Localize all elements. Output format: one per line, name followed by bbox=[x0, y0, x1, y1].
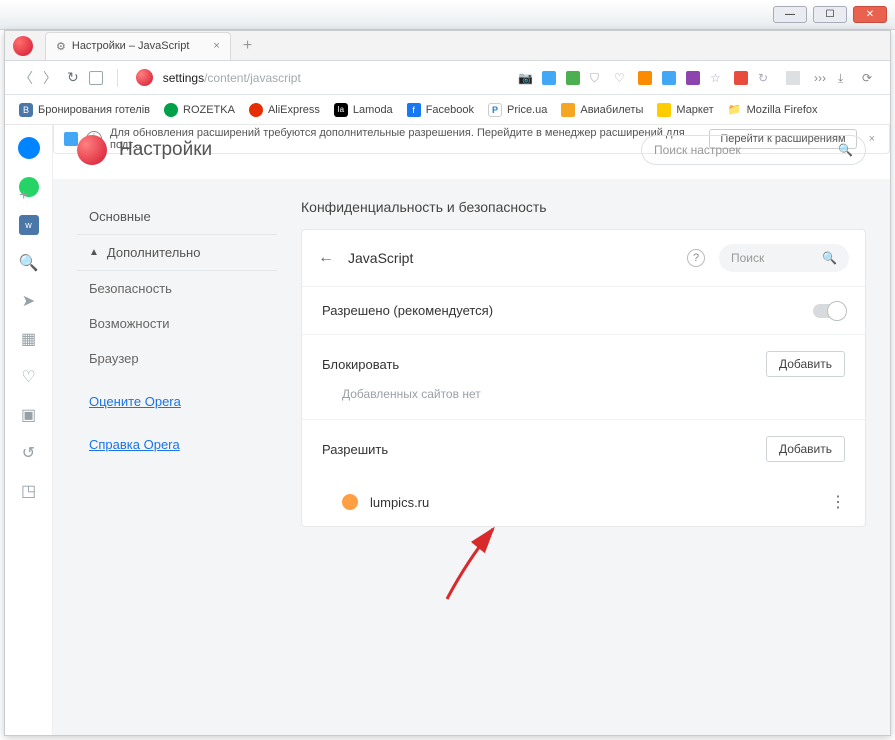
nav-security[interactable]: Безопасность bbox=[77, 271, 277, 306]
new-tab-button[interactable]: + bbox=[243, 37, 252, 55]
rotate-icon[interactable]: ↻ bbox=[758, 71, 772, 85]
ext-icon-6[interactable] bbox=[734, 71, 748, 85]
settings-header: Настройки Поиск настроек 🔍 bbox=[53, 125, 890, 179]
news-icon[interactable]: ▣ bbox=[19, 405, 39, 425]
tab-title: Настройки – JavaScript bbox=[72, 40, 190, 52]
reload-button[interactable]: ↻ bbox=[67, 69, 79, 86]
settings-panel: Конфиденциальность и безопасность ← Java… bbox=[301, 199, 866, 735]
add-sidebar-button[interactable]: + bbox=[19, 187, 28, 205]
download-icon[interactable]: ⤓ bbox=[838, 71, 852, 85]
speed-dial-button[interactable] bbox=[89, 71, 103, 85]
site-favicon-icon bbox=[342, 494, 358, 510]
nav-advanced[interactable]: ▲Дополнительно bbox=[77, 234, 277, 271]
browser-tab[interactable]: ⚙ Настройки – JavaScript × bbox=[45, 32, 231, 60]
url-field[interactable]: settings/content/javascript bbox=[163, 71, 508, 85]
nav-browser[interactable]: Браузер bbox=[77, 341, 277, 376]
bookmark-icon[interactable]: ☆ bbox=[710, 71, 724, 85]
card-title: JavaScript bbox=[348, 250, 673, 266]
tab-close-icon[interactable]: × bbox=[213, 40, 219, 52]
tab-bar: ⚙ Настройки – JavaScript × + bbox=[5, 31, 890, 61]
allowed-label: Разрешено (рекомендуется) bbox=[322, 303, 493, 318]
apps-icon[interactable]: ▦ bbox=[19, 329, 39, 349]
ext-icon-2[interactable] bbox=[566, 71, 580, 85]
block-label: Блокировать bbox=[322, 357, 399, 372]
back-arrow-button[interactable]: ← bbox=[318, 249, 334, 267]
section-title: Конфиденциальность и безопасность bbox=[301, 199, 866, 215]
allow-section-header: Разрешить Добавить bbox=[302, 420, 865, 478]
block-section-header: Блокировать Добавить bbox=[302, 335, 865, 385]
vk-icon[interactable]: w bbox=[19, 215, 39, 235]
nav-help-opera[interactable]: Справка Opera bbox=[77, 427, 277, 462]
card-header: ← JavaScript ? Поиск 🔍 bbox=[302, 230, 865, 287]
allowed-site-row: lumpics.ru ⋮ bbox=[302, 478, 865, 526]
ext-icon-1[interactable] bbox=[542, 71, 556, 85]
address-bar: 〈 〉 ↻ settings/content/javascript 📷 ⛉ ♡ … bbox=[5, 61, 890, 95]
window-titlebar: — ☐ ✕ bbox=[0, 0, 895, 30]
allow-label: Разрешить bbox=[322, 442, 388, 457]
nav-features[interactable]: Возможности bbox=[77, 306, 277, 341]
bookmark-item[interactable]: ROZETKA bbox=[164, 103, 235, 117]
bookmark-item[interactable]: PPrice.ua bbox=[488, 103, 547, 117]
block-add-button[interactable]: Добавить bbox=[766, 351, 845, 377]
bookmarks-bar: BБронирования готелів ROZETKA AliExpress… bbox=[5, 95, 890, 125]
sync-icon[interactable]: ⟳ bbox=[862, 71, 876, 85]
gear-icon: ⚙ bbox=[56, 40, 66, 53]
help-icon[interactable]: ? bbox=[687, 249, 705, 267]
ext-icon-5[interactable] bbox=[686, 71, 700, 85]
card-search-input[interactable]: Поиск 🔍 bbox=[719, 244, 849, 272]
page-title: Настройки bbox=[119, 139, 212, 161]
camera-icon[interactable]: 📷 bbox=[518, 71, 532, 85]
browser-window: ⚙ Настройки – JavaScript × + 〈 〉 ↻ setti… bbox=[4, 30, 891, 736]
site-info-icon[interactable] bbox=[136, 69, 153, 86]
history-icon[interactable]: ↺ bbox=[19, 443, 39, 463]
nav-basic[interactable]: Основные bbox=[77, 199, 277, 234]
cube-icon[interactable]: ◳ bbox=[19, 481, 39, 501]
settings-body: Основные ▲Дополнительно Безопасность Воз… bbox=[53, 179, 890, 735]
ext-icon-4[interactable] bbox=[662, 71, 676, 85]
ext-icon-3[interactable] bbox=[638, 71, 652, 85]
forward-button[interactable]: 〉 bbox=[43, 68, 57, 88]
shield-icon[interactable]: ⛉ bbox=[590, 71, 604, 85]
close-window-button[interactable]: ✕ bbox=[853, 6, 887, 23]
back-button[interactable]: 〈 bbox=[19, 68, 33, 88]
heart-icon[interactable]: ♡ bbox=[614, 71, 628, 85]
opera-logo-icon bbox=[77, 135, 107, 165]
bookmark-item[interactable]: laLamoda bbox=[334, 103, 393, 117]
minimize-button[interactable]: — bbox=[773, 6, 807, 23]
settings-search-input[interactable]: Поиск настроек 🔍 bbox=[641, 135, 866, 165]
nav-rate-opera[interactable]: Оцените Opera bbox=[77, 384, 277, 419]
heart-sidebar-icon[interactable]: ♡ bbox=[19, 367, 39, 387]
site-more-button[interactable]: ⋮ bbox=[830, 492, 845, 512]
bookmark-item[interactable]: BБронирования готелів bbox=[19, 103, 150, 117]
allowed-toggle[interactable] bbox=[813, 304, 845, 318]
bookmark-item[interactable]: fFacebook bbox=[407, 103, 474, 117]
bookmark-item[interactable]: AliExpress bbox=[249, 103, 320, 117]
settings-nav: Основные ▲Дополнительно Безопасность Воз… bbox=[77, 199, 277, 735]
more-icon[interactable]: ››› bbox=[814, 71, 828, 85]
opera-menu-button[interactable] bbox=[13, 36, 33, 56]
allowed-toggle-row: Разрешено (рекомендуется) bbox=[302, 287, 865, 335]
search-icon: 🔍 bbox=[838, 143, 853, 157]
messenger-icon[interactable] bbox=[18, 137, 40, 159]
send-icon[interactable]: ➤ bbox=[19, 291, 39, 311]
block-empty-text: Добавленных сайтов нет bbox=[302, 385, 865, 420]
settings-content: Настройки Поиск настроек 🔍 Основные ▲Доп… bbox=[53, 125, 890, 735]
bookmark-item[interactable]: 📁Mozilla Firefox bbox=[728, 103, 818, 117]
search-icon[interactable]: 🔍 bbox=[19, 253, 39, 273]
maximize-button[interactable]: ☐ bbox=[813, 6, 847, 23]
site-domain: lumpics.ru bbox=[370, 495, 429, 510]
search-icon: 🔍 bbox=[822, 251, 837, 265]
bookmark-item[interactable]: Авиабилеты bbox=[561, 103, 643, 117]
allow-add-button[interactable]: Добавить bbox=[766, 436, 845, 462]
sidebar: w 🔍 ➤ ▦ ♡ ▣ ↺ ◳ bbox=[5, 125, 53, 735]
toolbar-icons: 📷 ⛉ ♡ ☆ ↻ ››› ⤓ ⟳ bbox=[518, 71, 876, 85]
javascript-card: ← JavaScript ? Поиск 🔍 Разрешено (рекоме… bbox=[301, 229, 866, 527]
bookmark-item[interactable]: Маркет bbox=[657, 103, 713, 117]
